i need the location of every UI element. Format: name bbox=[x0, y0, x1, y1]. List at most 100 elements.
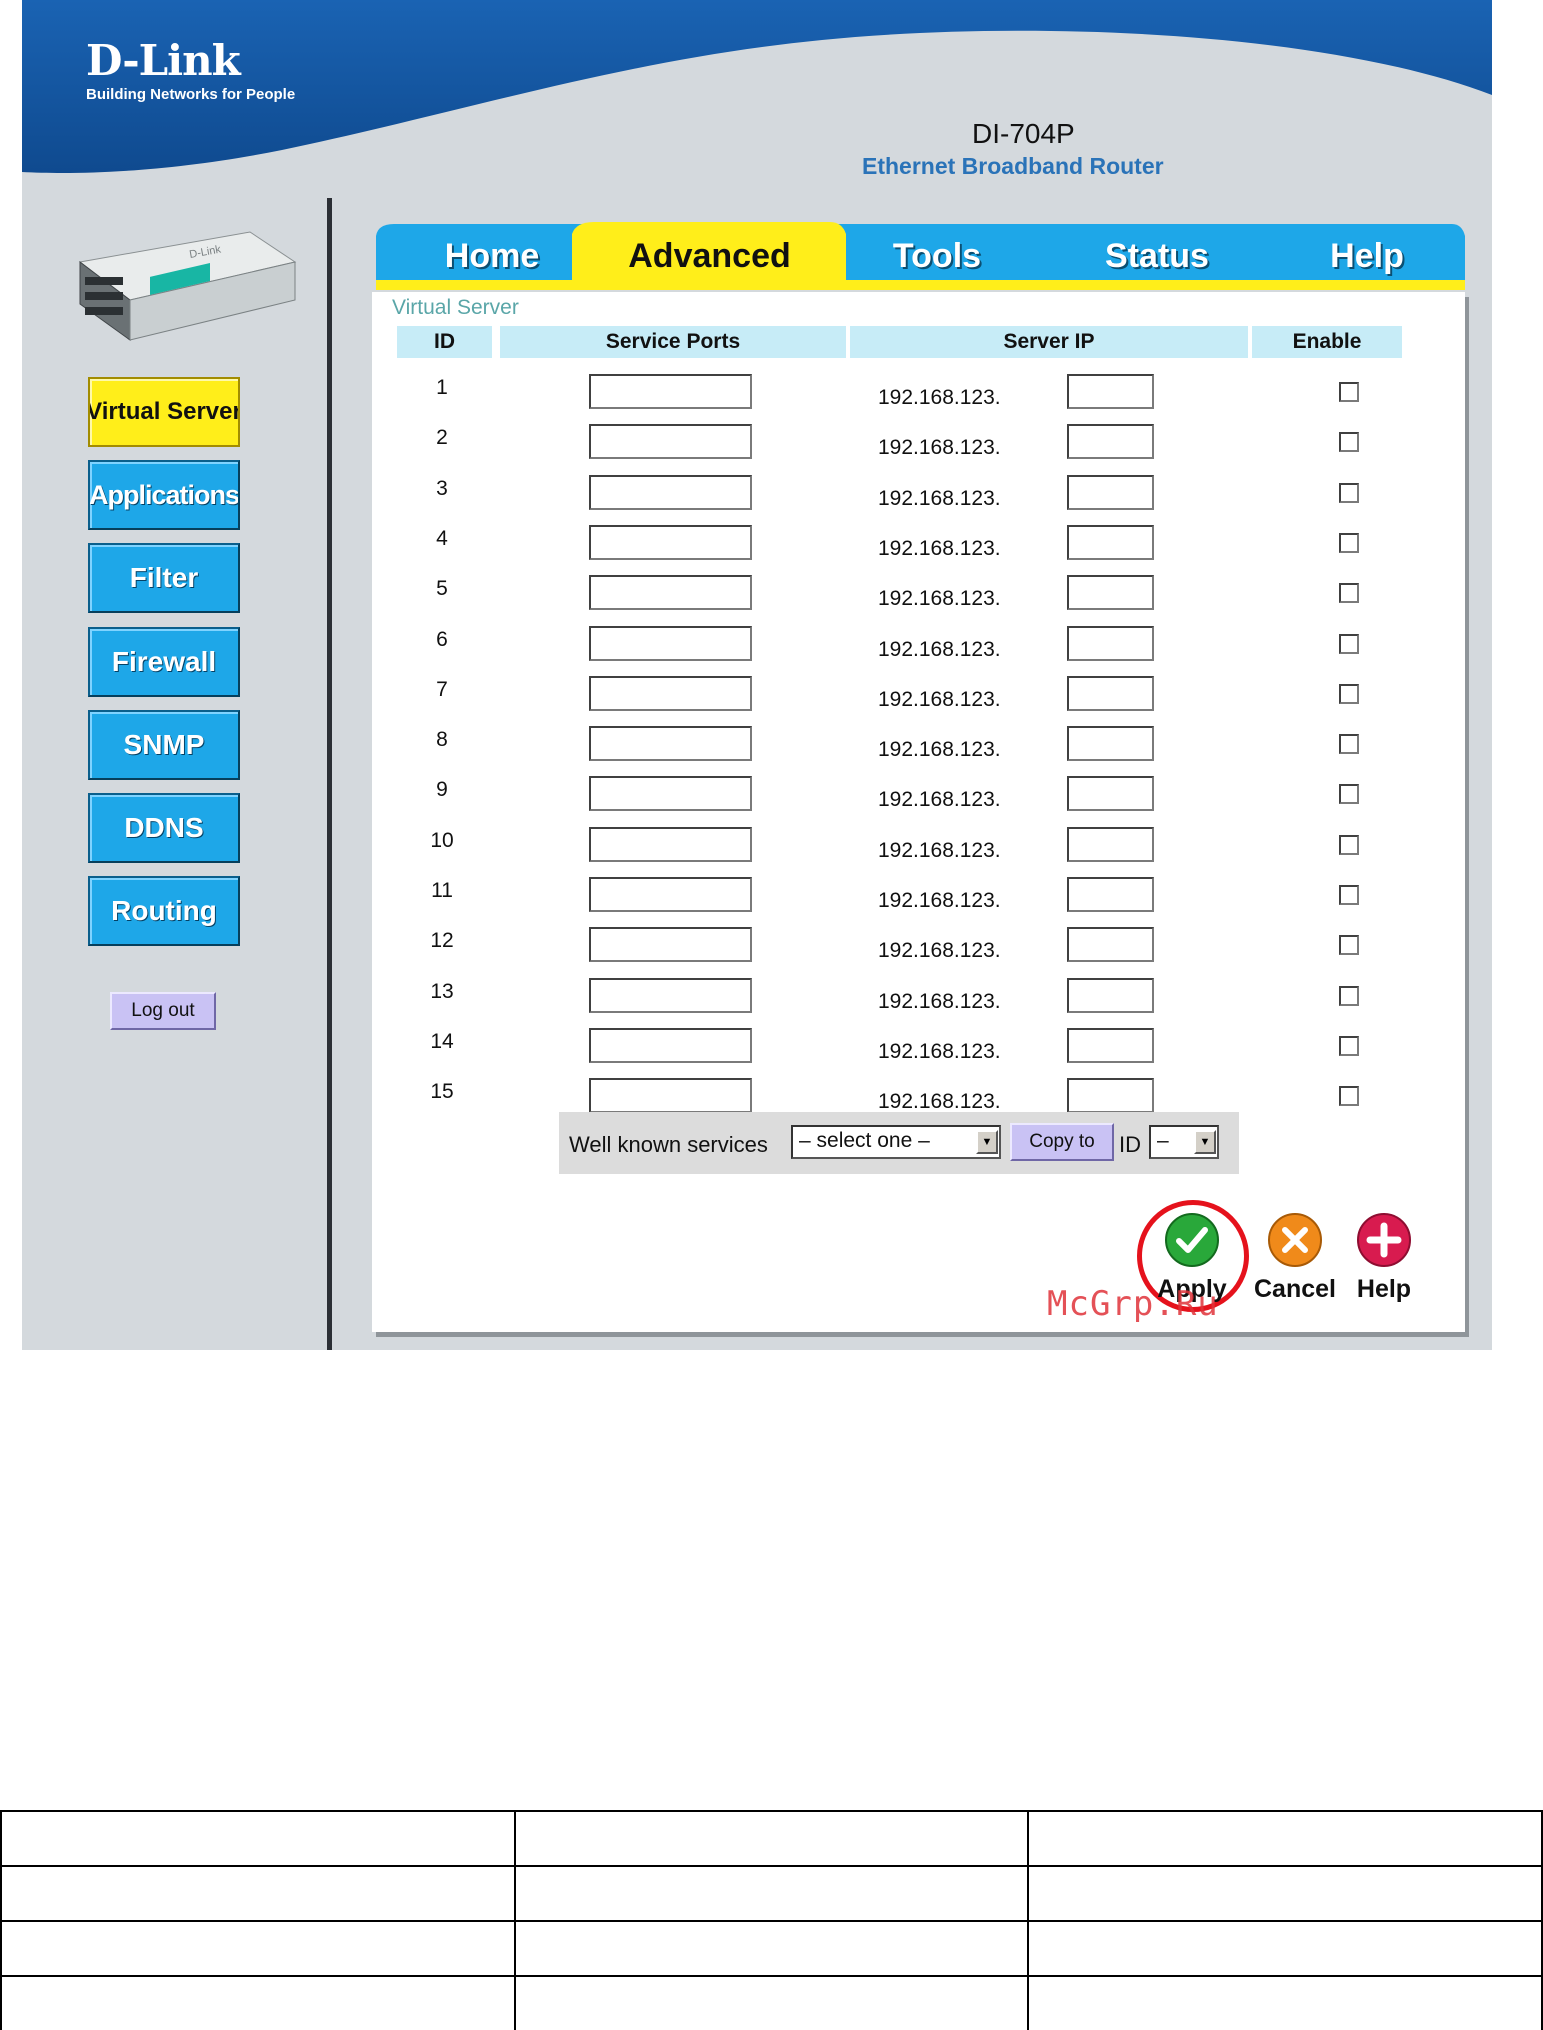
service-ports-input[interactable] bbox=[589, 524, 752, 560]
cancel-label: Cancel bbox=[1254, 1275, 1336, 1303]
table-row bbox=[0, 1920, 1543, 1977]
copy-to-button[interactable]: Copy to bbox=[1010, 1123, 1114, 1161]
help-button[interactable]: Help bbox=[1336, 1212, 1432, 1304]
server-ip-input[interactable] bbox=[1067, 776, 1154, 812]
column-header-server-ip: Server IP bbox=[850, 326, 1248, 358]
tab-status[interactable]: Status bbox=[1042, 222, 1272, 290]
enable-checkbox[interactable] bbox=[1339, 583, 1359, 604]
server-ip-input[interactable] bbox=[1067, 474, 1154, 510]
enable-checkbox[interactable] bbox=[1339, 482, 1359, 503]
table-cell bbox=[1027, 1920, 1543, 1977]
server-ip-input[interactable] bbox=[1067, 927, 1154, 963]
row-id: 11 bbox=[431, 879, 453, 902]
service-ports-input[interactable] bbox=[589, 424, 752, 460]
tab-help[interactable]: Help bbox=[1282, 222, 1452, 290]
service-ports-input[interactable] bbox=[589, 675, 752, 711]
enable-checkbox[interactable] bbox=[1339, 834, 1359, 855]
server-ip-input[interactable] bbox=[1067, 826, 1154, 862]
table-row: 2 192.168.123. bbox=[372, 422, 1465, 472]
service-ports-input[interactable] bbox=[589, 575, 752, 611]
server-ip-input[interactable] bbox=[1067, 374, 1154, 409]
enable-checkbox[interactable] bbox=[1339, 734, 1359, 755]
sidebar-item-routing[interactable]: Routing bbox=[88, 876, 240, 946]
service-ports-input[interactable] bbox=[589, 1027, 752, 1063]
server-ip-input[interactable] bbox=[1067, 726, 1154, 762]
enable-checkbox[interactable] bbox=[1339, 683, 1359, 704]
table-cell bbox=[1027, 1810, 1543, 1867]
cancel-button[interactable]: Cancel bbox=[1247, 1212, 1343, 1304]
sidebar-item-snmp[interactable]: SNMP bbox=[88, 710, 240, 780]
service-ports-input[interactable] bbox=[589, 474, 752, 510]
dlink-logo: D-Link Building Networks for People bbox=[86, 38, 295, 104]
enable-checkbox[interactable] bbox=[1339, 985, 1359, 1006]
tab-tools[interactable]: Tools bbox=[852, 222, 1022, 290]
server-ip-input[interactable] bbox=[1067, 524, 1154, 560]
tab-label: Home bbox=[444, 236, 540, 275]
sidebar-item-applications[interactable]: Applications bbox=[88, 460, 240, 530]
tab-label: Help bbox=[1330, 236, 1404, 275]
server-ip-input[interactable] bbox=[1067, 575, 1154, 611]
service-ports-input[interactable] bbox=[589, 877, 752, 912]
service-select-value: – select one – bbox=[799, 1129, 930, 1152]
watermark-text: McGrp.Ru bbox=[1047, 1284, 1219, 1324]
sidebar-item-virtual-server[interactable]: Virtual Server bbox=[88, 377, 240, 447]
tab-advanced[interactable]: Advanced bbox=[577, 222, 842, 290]
service-ports-input[interactable] bbox=[589, 726, 752, 762]
brand-name: D-Link bbox=[86, 36, 241, 85]
tab-label: Advanced bbox=[628, 236, 791, 275]
row-id: 1 bbox=[436, 376, 448, 399]
logout-button[interactable]: Log out bbox=[110, 992, 216, 1030]
service-ports-input[interactable] bbox=[589, 776, 752, 812]
sidebar-item-label: Applications bbox=[89, 479, 240, 510]
row-id: 9 bbox=[436, 778, 448, 802]
enable-checkbox[interactable] bbox=[1339, 532, 1359, 553]
server-ip-input[interactable] bbox=[1067, 1078, 1154, 1114]
table-cell bbox=[513, 1810, 1030, 1867]
service-ports-input[interactable] bbox=[589, 927, 752, 963]
server-ip-input[interactable] bbox=[1067, 424, 1154, 460]
server-ip-input[interactable] bbox=[1067, 977, 1154, 1013]
service-ports-input[interactable] bbox=[589, 977, 752, 1013]
sidebar-item-firewall[interactable]: Firewall bbox=[88, 627, 240, 697]
enable-checkbox[interactable] bbox=[1339, 885, 1359, 905]
enable-checkbox[interactable] bbox=[1339, 784, 1359, 805]
sidebar-item-ddns[interactable]: DDNS bbox=[88, 793, 240, 863]
enable-checkbox[interactable] bbox=[1339, 935, 1359, 956]
server-ip-input[interactable] bbox=[1067, 675, 1154, 711]
table-cell bbox=[0, 1975, 516, 2030]
enable-checkbox[interactable] bbox=[1339, 633, 1359, 654]
table-row: 14 192.168.123. bbox=[372, 1026, 1465, 1076]
server-ip-input[interactable] bbox=[1067, 625, 1154, 661]
server-ip-input[interactable] bbox=[1067, 1027, 1154, 1063]
id-select[interactable]: – ▼ bbox=[1149, 1125, 1219, 1159]
server-ip-prefix: 192.168.123. bbox=[878, 989, 1001, 1013]
column-header-enable: Enable bbox=[1252, 326, 1402, 358]
section-title: Virtual Server bbox=[392, 296, 519, 319]
model-name: DI-704P bbox=[972, 118, 1075, 149]
enable-checkbox[interactable] bbox=[1339, 382, 1359, 402]
sidebar-item-label: Firewall bbox=[111, 646, 217, 677]
sidebar-item-label: Filter bbox=[129, 562, 199, 593]
enable-checkbox[interactable] bbox=[1339, 1086, 1359, 1107]
server-ip-prefix: 192.168.123. bbox=[878, 738, 1001, 762]
table-row: 7 192.168.123. bbox=[372, 674, 1465, 724]
row-id: 3 bbox=[436, 476, 448, 500]
sidebar-item-filter[interactable]: Filter bbox=[88, 543, 240, 613]
server-ip-prefix: 192.168.123. bbox=[878, 436, 1001, 460]
service-ports-input[interactable] bbox=[589, 1078, 752, 1114]
enable-checkbox[interactable] bbox=[1339, 432, 1359, 453]
server-ip-input[interactable] bbox=[1067, 877, 1154, 912]
server-ip-prefix: 192.168.123. bbox=[878, 788, 1001, 812]
server-ip-prefix: 192.168.123. bbox=[878, 637, 1001, 661]
service-ports-input[interactable] bbox=[589, 374, 752, 409]
table-row: 12 192.168.123. bbox=[372, 925, 1465, 975]
plus-icon bbox=[1357, 1213, 1411, 1267]
service-select[interactable]: – select one – ▼ bbox=[791, 1125, 1001, 1159]
table-row: 6 192.168.123. bbox=[372, 624, 1465, 674]
service-ports-input[interactable] bbox=[589, 625, 752, 661]
table-row: 10 192.168.123. bbox=[372, 825, 1465, 875]
service-ports-input[interactable] bbox=[589, 826, 752, 862]
tab-home[interactable]: Home bbox=[412, 222, 572, 290]
enable-checkbox[interactable] bbox=[1339, 1035, 1359, 1056]
dropdown-arrow-icon: ▼ bbox=[1194, 1130, 1216, 1154]
